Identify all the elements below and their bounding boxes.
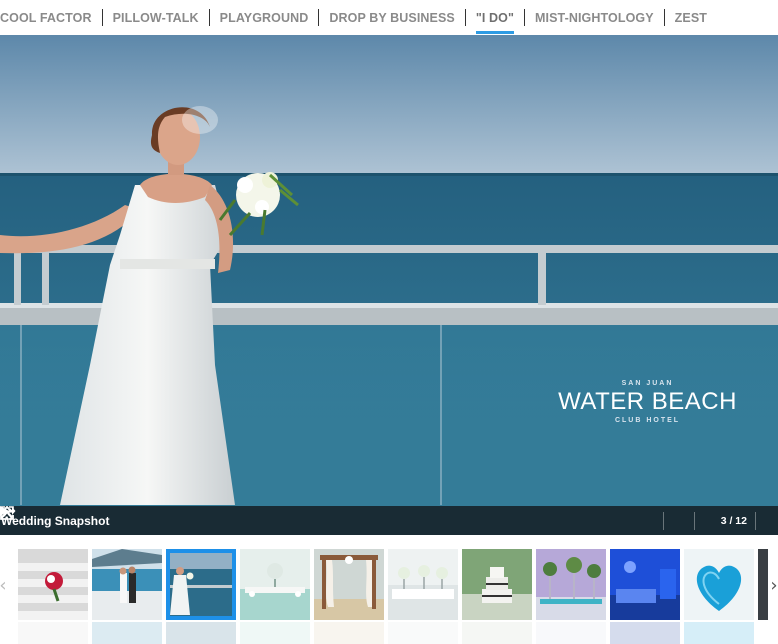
- play-button[interactable]: [0, 506, 717, 535]
- thumbnail-reflection: [92, 622, 162, 644]
- thumbnail-image: [758, 549, 768, 620]
- thumbnail-image: [92, 549, 162, 620]
- thumbnail-image: [240, 549, 310, 620]
- thumbnail-image: [18, 549, 88, 620]
- thumbnail-image: [684, 549, 754, 620]
- category-tabs: COOL FACTOR PILLOW-TALK PLAYGROUND DROP …: [0, 0, 778, 35]
- gallery-widget: COOL FACTOR PILLOW-TALK PLAYGROUND DROP …: [0, 0, 778, 644]
- tab-cool-factor[interactable]: COOL FACTOR: [0, 0, 102, 35]
- tab-mist-nightology[interactable]: MIST-NIGHTOLOGY: [525, 0, 664, 35]
- slide-counter: 3 / 12: [720, 514, 747, 527]
- collapse-button[interactable]: [1, 506, 663, 535]
- thumbnail-image: [166, 549, 236, 620]
- tab-label: MIST-NIGHTOLOGY: [535, 10, 654, 25]
- fullscreen-icon: [0, 506, 14, 520]
- thumbnail-reflection: [166, 622, 236, 644]
- thumbnail-image: [536, 549, 606, 620]
- thumbnail-reflection: [462, 622, 532, 644]
- thumbnail-reflection: [610, 622, 680, 644]
- tab-playground[interactable]: PLAYGROUND: [210, 0, 319, 35]
- thumbnail-wedding-cake[interactable]: [462, 549, 532, 620]
- thumbnail-reflection: [536, 622, 606, 644]
- tab-label: ZEST: [674, 10, 708, 25]
- share-button[interactable]: [0, 506, 694, 535]
- thumbnail-reflection: [684, 622, 754, 644]
- tab-i-do[interactable]: "I DO": [466, 0, 524, 35]
- tab-drop-by-business[interactable]: DROP BY BUSINESS: [319, 0, 464, 35]
- thumbnail-reception-table[interactable]: [240, 549, 310, 620]
- watermark-bottom: CLUB HOTEL: [614, 417, 681, 424]
- thumbnail-heart-flower-arrangement[interactable]: [684, 549, 754, 620]
- thumbnail-image: [314, 549, 384, 620]
- thumbnail-purple-flower-table[interactable]: [536, 549, 606, 620]
- tab-zest[interactable]: ZEST: [665, 0, 717, 35]
- watermark-top: SAN JUAN: [621, 380, 674, 387]
- hotel-watermark: SAN JUAN WATER BEACH CLUB HOTEL: [540, 380, 755, 424]
- thumbnail-image: [462, 549, 532, 620]
- caption-bar: Wedding Snapshot 3 / 12: [0, 506, 778, 535]
- thumbnail-filmstrip: ‹ ›: [0, 535, 778, 644]
- thumbnail-blue-lit-room[interactable]: [610, 549, 680, 620]
- thumbnail-couple-by-pool[interactable]: [92, 549, 162, 620]
- thumbnail-image: [388, 549, 458, 620]
- thumbnail-image: [610, 549, 680, 620]
- tab-label: "I DO": [475, 10, 515, 25]
- watermark-main: WATER BEACH: [558, 388, 737, 415]
- tab-label: DROP BY BUSINESS: [329, 10, 455, 25]
- slide-caption: Wedding Snapshot: [1, 513, 110, 528]
- thumbnail-reflection: [314, 622, 384, 644]
- tab-pillow-talk[interactable]: PILLOW-TALK: [103, 0, 209, 35]
- hero-photo: [0, 35, 778, 535]
- thumbnail-beach-canopy[interactable]: [314, 549, 384, 620]
- filmstrip-prev-button[interactable]: ‹: [0, 575, 9, 596]
- thumbnail-reflection: [240, 622, 310, 644]
- thumbnail-reflection: [18, 622, 88, 644]
- thumbnail-bride-on-balcony[interactable]: [166, 549, 236, 620]
- tab-label: PILLOW-TALK: [112, 10, 199, 25]
- hero-slide[interactable]: SAN JUAN WATER BEACH CLUB HOTEL Wedding …: [0, 35, 778, 535]
- thumbnail-partial[interactable]: [758, 549, 768, 620]
- tab-label: COOL FACTOR: [0, 10, 92, 25]
- tab-label: PLAYGROUND: [219, 10, 309, 25]
- thumbnail-reflection: [388, 622, 458, 644]
- thumbnail-white-dining-setup[interactable]: [388, 549, 458, 620]
- filmstrip-next-button[interactable]: ›: [768, 575, 778, 596]
- thumbnail-bouquet-on-stairs[interactable]: [18, 549, 88, 620]
- fullscreen-button[interactable]: [0, 506, 778, 535]
